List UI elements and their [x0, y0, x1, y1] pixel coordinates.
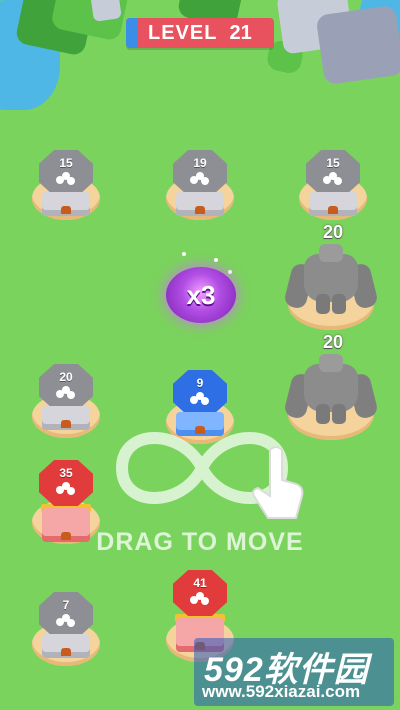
giant-leg — [332, 404, 346, 424]
tower-gray-15-right[interactable]: 15 — [306, 150, 360, 216]
troop-icon — [190, 592, 210, 606]
door-icon — [61, 206, 71, 214]
game-scene[interactable]: LEVEL 21 15 19 15 20 x3 20 20 9 DRAG TO … — [0, 0, 400, 710]
troop-icon — [323, 172, 343, 186]
tower-cap: 15 — [306, 150, 360, 196]
tower-body — [42, 192, 90, 216]
tower-gray-19[interactable]: 19 — [173, 150, 227, 216]
tower-count: 7 — [62, 598, 70, 612]
door-icon — [195, 206, 205, 214]
level-badge-accent — [126, 18, 138, 48]
tower-count: 41 — [193, 576, 207, 590]
tower-gray-15-left[interactable]: 15 — [39, 150, 93, 216]
door-icon — [328, 206, 338, 214]
tower-cap: 7 — [39, 592, 93, 638]
level-badge: LEVEL 21 — [126, 18, 274, 48]
tower-cap: 15 — [39, 150, 93, 196]
door-icon — [61, 420, 71, 428]
tower-count: 20 — [59, 370, 73, 384]
tower-gray-7[interactable]: 7 — [39, 592, 93, 658]
tower-body — [42, 508, 90, 542]
troop-icon — [56, 482, 76, 496]
tower-body — [42, 406, 90, 430]
giant-head — [319, 354, 343, 372]
giant-leg — [332, 294, 346, 314]
tower-body — [176, 192, 224, 216]
tower-body — [42, 634, 90, 658]
giant-leg — [316, 294, 330, 314]
door-icon — [61, 648, 71, 656]
troop-icon — [190, 392, 210, 406]
sparkle — [228, 270, 232, 274]
level-label: LEVEL — [148, 21, 218, 44]
troop-icon — [56, 386, 76, 400]
giant-count: 20 — [322, 222, 344, 242]
troop-icon — [56, 172, 76, 186]
level-number: 21 — [229, 21, 252, 44]
giant-head — [319, 244, 343, 262]
tower-cap: 20 — [39, 364, 93, 410]
giant-count: 20 — [322, 332, 344, 352]
giant-leg — [316, 404, 330, 424]
watermark-url: www.592xiazai.com — [202, 682, 361, 701]
tower-count: 15 — [59, 156, 73, 170]
tower-count: 9 — [196, 376, 204, 390]
watermark: 592软件园 www.592xiazai.com — [194, 638, 394, 706]
tower-cap: 9 — [173, 370, 227, 416]
tower-count: 15 — [326, 156, 340, 170]
multiplier-x3[interactable]: x3 — [166, 267, 236, 323]
troop-icon — [56, 614, 76, 628]
troop-icon — [190, 172, 210, 186]
tower-cap: 41 — [173, 570, 227, 616]
tower-count: 35 — [59, 466, 73, 480]
multiplier-label: x3 — [186, 279, 216, 310]
hand-pointer-icon — [252, 446, 304, 519]
tower-cap: 35 — [39, 460, 93, 506]
giant-bottom[interactable] — [283, 354, 379, 424]
tower-count: 19 — [193, 156, 207, 170]
sparkle — [182, 252, 186, 256]
tower-body — [309, 192, 357, 216]
giant-top[interactable] — [283, 244, 379, 314]
door-icon — [61, 532, 71, 540]
tower-cap: 19 — [173, 150, 227, 196]
rock — [315, 4, 400, 86]
sparkle — [214, 258, 218, 262]
tower-red-35[interactable]: 35 — [39, 460, 93, 542]
tower-gray-20[interactable]: 20 — [39, 364, 93, 430]
